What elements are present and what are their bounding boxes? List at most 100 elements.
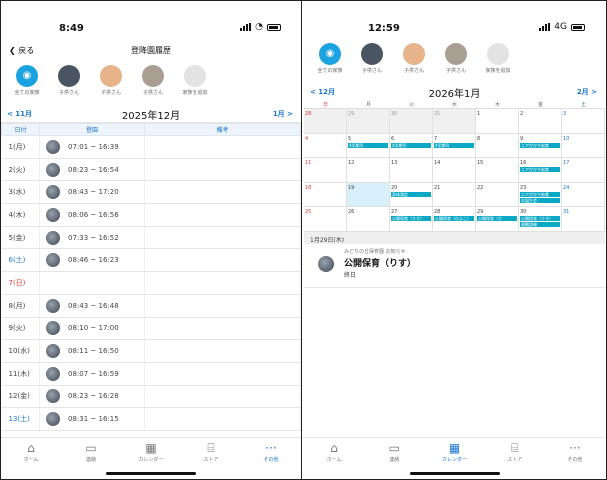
calendar-event[interactable]: 身体測定 xyxy=(391,191,431,197)
tab-label: カレンダー xyxy=(138,457,164,463)
calendar-day[interactable]: 13 xyxy=(390,158,433,183)
table-row[interactable]: 10(水) 08:11 ~ 16:50 xyxy=(1,339,301,363)
row-date: 3(水) xyxy=(1,180,40,205)
avatar-name: 子供さん xyxy=(445,68,466,74)
child-avatar-item[interactable]: 家族を追加 xyxy=(177,65,213,101)
child-avatar xyxy=(318,255,334,272)
child-avatar xyxy=(46,207,60,222)
time-range: 08:23 ~ 16:28 xyxy=(68,392,119,401)
calendar-day[interactable]: 18 xyxy=(304,182,347,207)
table-row[interactable]: 3(水) 08:43 ~ 17:20 xyxy=(1,180,301,205)
tab-ホーム[interactable]: ⌂ ホーム xyxy=(1,438,61,479)
calendar-day[interactable]: 10 xyxy=(562,133,605,158)
next-month-button[interactable]: 1月 > xyxy=(273,109,293,119)
tab-ホーム[interactable]: ⌂ ホーム xyxy=(304,438,364,479)
calendar-day[interactable]: 16 ニアぴかり給食 xyxy=(519,158,562,183)
calendar-event[interactable]: 公開保育（り xyxy=(477,216,517,221)
calendar-day[interactable]: 9 ニアぴかり給食 xyxy=(519,133,562,158)
calendar-event[interactable]: ニアぴかり給食 xyxy=(520,142,560,148)
calendar-day[interactable]: 17 xyxy=(562,158,605,183)
table-row[interactable]: 1(月) 07:01 ~ 16:39 xyxy=(1,135,301,159)
calendar-day[interactable]: 28 xyxy=(304,109,347,134)
calendar-day[interactable]: 12 xyxy=(347,158,390,183)
calendar-day[interactable]: 21 xyxy=(433,182,476,207)
calendar-event[interactable]: ニアぴかり給食 xyxy=(520,167,560,172)
table-row[interactable]: 6(土) 08:46 ~ 16:23 xyxy=(1,248,301,273)
calendar-event[interactable]: 公開保育（りす） xyxy=(520,216,560,221)
child-avatar-item[interactable]: 子供さん xyxy=(396,43,432,79)
home-indicator xyxy=(409,472,500,475)
event-card[interactable]: みどりの丘保育園 お知らせ 公開保育（りす） 終日 xyxy=(304,244,605,288)
calendar-event[interactable]: 避難訓練 xyxy=(520,222,560,227)
tab-その他[interactable]: ··· その他 xyxy=(545,438,605,479)
child-avatar-item[interactable]: 子供さん xyxy=(354,43,390,79)
calendar-day[interactable]: 26 xyxy=(347,207,390,232)
calendar-day[interactable]: 11 xyxy=(304,158,347,183)
calendar-day[interactable]: 23 ニアぴかり給食 お誕生会 xyxy=(519,182,562,207)
tab-icon: ⌸ xyxy=(511,441,519,455)
calendar-day[interactable]: 2 xyxy=(519,109,562,134)
calendar-day[interactable]: 30 xyxy=(390,109,433,134)
time-range: 07:01 ~ 16:39 xyxy=(68,142,119,151)
table-row[interactable]: 8(月) 08:43 ~ 16:48 xyxy=(1,294,301,318)
calendar-day[interactable]: 29 公開保育（り xyxy=(476,207,519,232)
calendar-day[interactable]: 8 xyxy=(476,133,519,158)
child-avatar xyxy=(46,230,60,245)
calendar-event[interactable]: 4学期号 xyxy=(348,142,388,148)
calendar-day[interactable]: 7 4学期号 xyxy=(433,133,476,158)
table-row[interactable]: 5(金) 07:33 ~ 16:52 xyxy=(1,226,301,250)
avatar xyxy=(361,43,383,65)
calendar-day[interactable]: 30 公開保育（りす） 避難訓練 xyxy=(519,207,562,232)
tab-その他[interactable]: ··· その他 xyxy=(241,438,301,479)
calendar-day[interactable]: 28 公開保育（ひよこ） xyxy=(433,207,476,232)
child-avatar xyxy=(46,321,60,336)
calendar-event[interactable]: 公開保育（ひよこ） xyxy=(434,216,474,221)
table-row[interactable]: 12(金) 08:23 ~ 16:28 xyxy=(1,385,301,409)
table-row[interactable]: 9(火) 08:10 ~ 17:00 xyxy=(1,317,301,341)
child-avatar xyxy=(46,344,60,359)
child-avatar-item[interactable]: 子供さん xyxy=(93,65,129,101)
tab-label: その他 xyxy=(567,457,583,463)
calendar-event[interactable]: お誕生会 xyxy=(520,197,560,203)
child-avatar-item[interactable]: 子供さん xyxy=(51,65,87,101)
calendar-day[interactable]: 25 xyxy=(304,207,347,232)
calendar-day[interactable]: 5 4学期号 xyxy=(347,133,390,158)
child-avatar-item[interactable]: ◉ 全ての家族 xyxy=(312,43,348,79)
table-row[interactable]: 11(木) 08:07 ~ 16:59 xyxy=(1,362,301,386)
calendar-day[interactable]: 19 xyxy=(347,182,390,207)
table-row[interactable]: 4(木) 08:06 ~ 16:56 xyxy=(1,203,301,227)
calendar-event[interactable]: 4学期号 xyxy=(391,142,431,148)
child-avatar-item[interactable]: ◉ 全ての家族 xyxy=(9,65,45,101)
table-row[interactable]: 2(火) 08:23 ~ 16:54 xyxy=(1,158,301,182)
calendar-day[interactable]: 27 公開保育（りす） xyxy=(390,207,433,232)
tab-label: ホーム xyxy=(23,457,39,463)
child-avatar-item[interactable]: 子供さん xyxy=(135,65,171,101)
day-number: 25 xyxy=(305,209,312,215)
weekday-label: 水 xyxy=(451,102,457,108)
child-avatar-item[interactable]: 家族を追加 xyxy=(480,43,516,79)
table-row[interactable]: 7(日) xyxy=(1,271,301,295)
calendar-day[interactable]: 29 xyxy=(347,109,390,134)
calendar-day[interactable]: 6 4学期号 xyxy=(390,133,433,158)
add-family-icon xyxy=(184,65,206,87)
next-month-button[interactable]: 2月 > xyxy=(577,87,597,97)
time-range: 08:43 ~ 17:20 xyxy=(68,188,119,197)
calendar-event[interactable]: ニアぴかり給食 xyxy=(520,191,560,197)
calendar-day[interactable]: 31 xyxy=(562,207,605,232)
calendar-day[interactable]: 14 xyxy=(433,158,476,183)
calendar-day[interactable]: 31 xyxy=(433,109,476,134)
calendar-day[interactable]: 24 xyxy=(562,182,605,207)
child-avatar-item[interactable]: 子供さん xyxy=(438,43,474,79)
calendar-event[interactable]: 公開保育（りす） xyxy=(391,216,431,221)
calendar-day[interactable]: 15 xyxy=(476,158,519,183)
weekday-header: 日月火水木金土 xyxy=(304,101,605,108)
calendar-event[interactable]: 4学期号 xyxy=(434,142,474,148)
time-range: 07:33 ~ 16:52 xyxy=(68,233,119,242)
calendar-day[interactable]: 1 xyxy=(476,109,519,134)
calendar-day[interactable]: 4 xyxy=(304,133,347,158)
calendar-day[interactable]: 22 xyxy=(476,182,519,207)
calendar-day[interactable]: 20 身体測定 xyxy=(390,182,433,207)
calendar-day[interactable]: 3 xyxy=(562,109,605,134)
avatar-name: 全ての家族 xyxy=(14,90,40,96)
table-row[interactable]: 13(土) 08:31 ~ 16:15 xyxy=(1,407,301,431)
